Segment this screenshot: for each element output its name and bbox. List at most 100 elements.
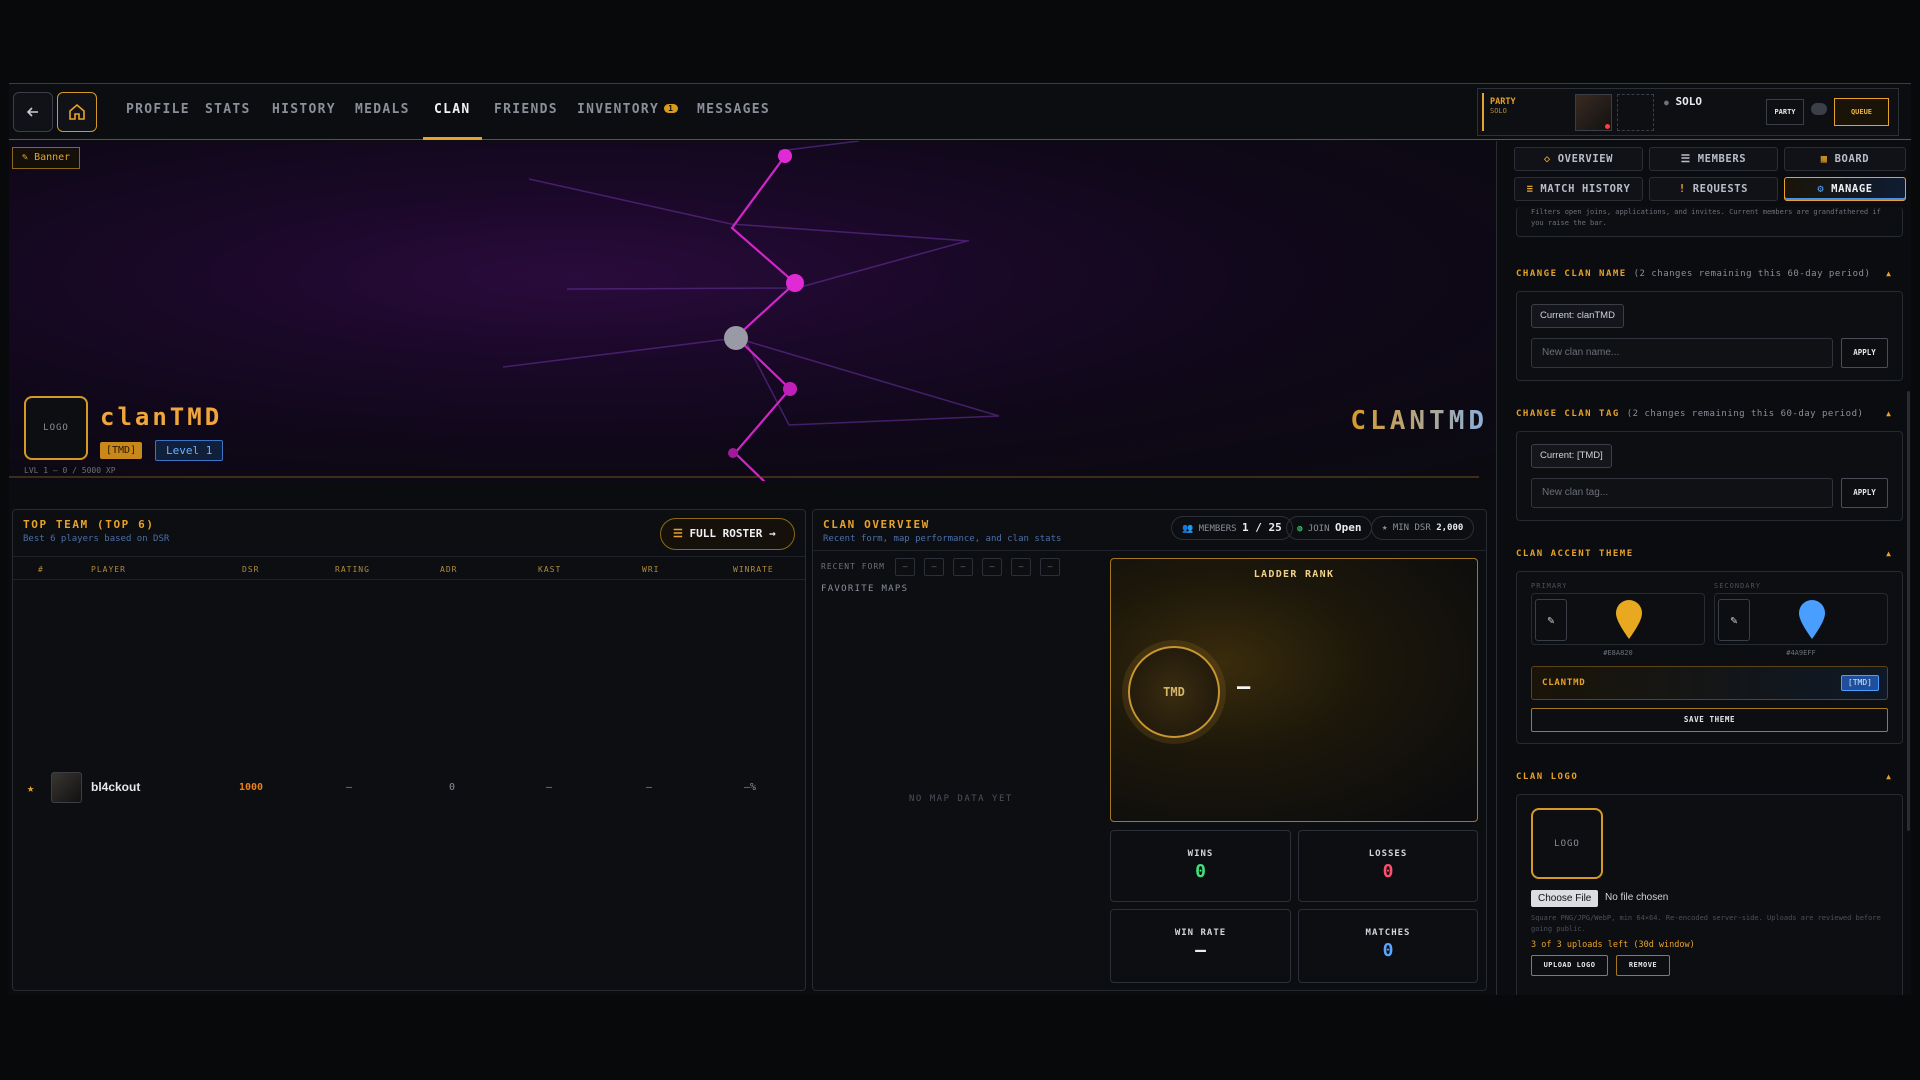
pencil-icon: ✎: [22, 152, 29, 163]
file-status: No file chosen: [1605, 892, 1669, 903]
tab-inventory[interactable]: INVENTORY 1: [577, 102, 679, 140]
join-label: JOIN: [1307, 524, 1330, 534]
list-icon: ☰: [1680, 153, 1691, 165]
choose-file-button[interactable]: Choose File: [1531, 890, 1599, 907]
side-tab-match-history[interactable]: ≡ MATCH HISTORY: [1514, 177, 1643, 201]
losses-label: LOSSES: [1368, 849, 1408, 859]
uploads-left: 3 of 3 uploads left (30d window): [1531, 940, 1695, 950]
player-avatar: [51, 772, 82, 803]
ladder-rank-card: LADDER RANK TMD —: [1110, 558, 1478, 822]
members-value: 1 / 25: [1242, 521, 1282, 534]
empty-party-slot[interactable]: [1617, 94, 1654, 131]
collapse-icon[interactable]: ▲: [1886, 549, 1891, 558]
form-slot: —: [953, 558, 973, 576]
queue-button[interactable]: QUEUE: [1834, 98, 1889, 126]
column-header: ADR: [440, 565, 458, 574]
new-clan-name-input[interactable]: New clan name...: [1531, 338, 1833, 368]
primary-color-picker[interactable]: ✎: [1531, 593, 1705, 645]
remove-logo-button[interactable]: REMOVE: [1616, 955, 1670, 976]
top-team-title: TOP TEAM (TOP 6): [23, 518, 155, 531]
side-tab-overview[interactable]: ◇ OVERVIEW: [1514, 147, 1643, 171]
tab-stats[interactable]: STATS: [205, 102, 251, 140]
apply-name-button[interactable]: APPLY: [1841, 338, 1888, 368]
clan-logo-section: LOGO Choose File No file chosen Square P…: [1516, 794, 1903, 995]
sidebar-scrollbar[interactable]: [1907, 391, 1910, 831]
table-row[interactable]: ★ bl4ckout 1000 — 0 — — —%: [13, 771, 805, 805]
form-slot: —: [1040, 558, 1060, 576]
tab-profile[interactable]: PROFILE: [126, 102, 190, 140]
clan-logo: LOGO: [24, 396, 88, 460]
side-tab-manage-label: MANAGE: [1831, 183, 1873, 195]
preview-tag: [TMD]: [1840, 675, 1879, 691]
losses-value: 0: [1382, 861, 1394, 882]
eyedropper-icon[interactable]: ✎: [1535, 599, 1567, 641]
clan-tag-large: CLANTMD: [1350, 406, 1488, 436]
change-tag-title-text: CHANGE CLAN TAG: [1516, 409, 1620, 419]
secondary-color-picker[interactable]: ✎: [1714, 593, 1888, 645]
board-icon: ▦: [1820, 153, 1828, 165]
ladder-rank-title: LADDER RANK: [1253, 569, 1335, 580]
logo-hint: Square PNG/JPG/WebP, min 64×64. Re-encod…: [1531, 914, 1881, 933]
tab-messages[interactable]: MESSAGES: [697, 102, 770, 140]
full-roster-button[interactable]: ☰ FULL ROSTER →: [660, 518, 795, 550]
side-tab-board[interactable]: ▦ BOARD: [1784, 147, 1906, 171]
node-dot: [728, 448, 738, 458]
matches-label: MATCHES: [1365, 928, 1411, 938]
solo-status: ● SOLO: [1664, 95, 1702, 108]
recent-form-label: RECENT FORM: [821, 562, 885, 571]
edit-banner-button[interactable]: ✎ Banner: [12, 147, 81, 169]
list-icon: ☰: [673, 527, 683, 540]
home-icon: [69, 103, 85, 120]
min-dsr-note: Filters open joins, applications, and in…: [1531, 208, 1881, 227]
join-value: Open: [1334, 521, 1362, 534]
star-icon: ★: [27, 781, 35, 795]
change-name-limit: (2 changes remaining this 60-day period): [1633, 269, 1871, 279]
ladder-rank-value: —: [1237, 675, 1251, 700]
player-name[interactable]: bl4ckout: [91, 780, 140, 794]
player-wri: —: [646, 782, 653, 793]
side-tab-members[interactable]: ☰ MEMBERS: [1649, 147, 1778, 171]
solo-status-label: SOLO: [1675, 95, 1702, 108]
party-button[interactable]: PARTY: [1766, 99, 1804, 125]
collapse-icon[interactable]: ▲: [1886, 772, 1891, 781]
secondary-color-drop: [1799, 600, 1825, 639]
wins-label: WINS: [1187, 849, 1214, 859]
globe-icon: ◍: [1297, 524, 1303, 534]
side-tab-board-label: BOARD: [1834, 153, 1870, 165]
player-dsr: 1000: [239, 782, 264, 793]
player-winrate: —%: [744, 782, 757, 793]
diamond-icon: ◇: [1543, 153, 1551, 165]
player-avatar[interactable]: [1575, 94, 1612, 131]
banner-art: [9, 141, 1479, 481]
chat-icon[interactable]: [1811, 103, 1827, 115]
column-header: PLAYER: [91, 565, 126, 574]
clan-level-badge: Level 1: [155, 440, 224, 461]
matches-value: 0: [1382, 940, 1394, 961]
apply-tag-button[interactable]: APPLY: [1841, 478, 1888, 508]
tab-history[interactable]: HISTORY: [272, 102, 336, 140]
users-icon: 👥: [1182, 524, 1194, 534]
change-tag-limit: (2 changes remaining this 60-day period): [1626, 409, 1864, 419]
upload-logo-button[interactable]: UPLOAD LOGO: [1531, 955, 1608, 976]
side-tab-match-history-label: MATCH HISTORY: [1540, 183, 1631, 195]
new-clan-tag-input[interactable]: New clan tag...: [1531, 478, 1833, 508]
back-button[interactable]: [13, 92, 53, 132]
player-kast: —: [546, 782, 553, 793]
top-team-subtitle: Best 6 players based on DSR: [23, 534, 170, 544]
form-slot: —: [982, 558, 1002, 576]
node-dot: [724, 326, 748, 350]
tab-clan[interactable]: CLAN: [423, 102, 481, 140]
home-button[interactable]: [57, 92, 97, 132]
side-tab-manage[interactable]: ⚙ MANAGE: [1784, 177, 1906, 201]
side-tab-requests[interactable]: ! REQUESTS: [1649, 177, 1778, 201]
column-header: KAST: [538, 565, 562, 574]
form-slot: —: [895, 558, 915, 576]
change-tag-section: Current: [TMD] New clan tag... APPLY: [1516, 431, 1903, 521]
eyedropper-icon[interactable]: ✎: [1718, 599, 1750, 641]
tab-medals[interactable]: MEDALS: [355, 102, 410, 140]
collapse-icon[interactable]: ▲: [1886, 269, 1891, 278]
tab-friends[interactable]: FRIENDS: [494, 102, 558, 140]
save-theme-button[interactable]: SAVE THEME: [1531, 708, 1888, 732]
collapse-icon[interactable]: ▲: [1886, 409, 1891, 418]
wins-card: WINS 0: [1110, 830, 1291, 902]
